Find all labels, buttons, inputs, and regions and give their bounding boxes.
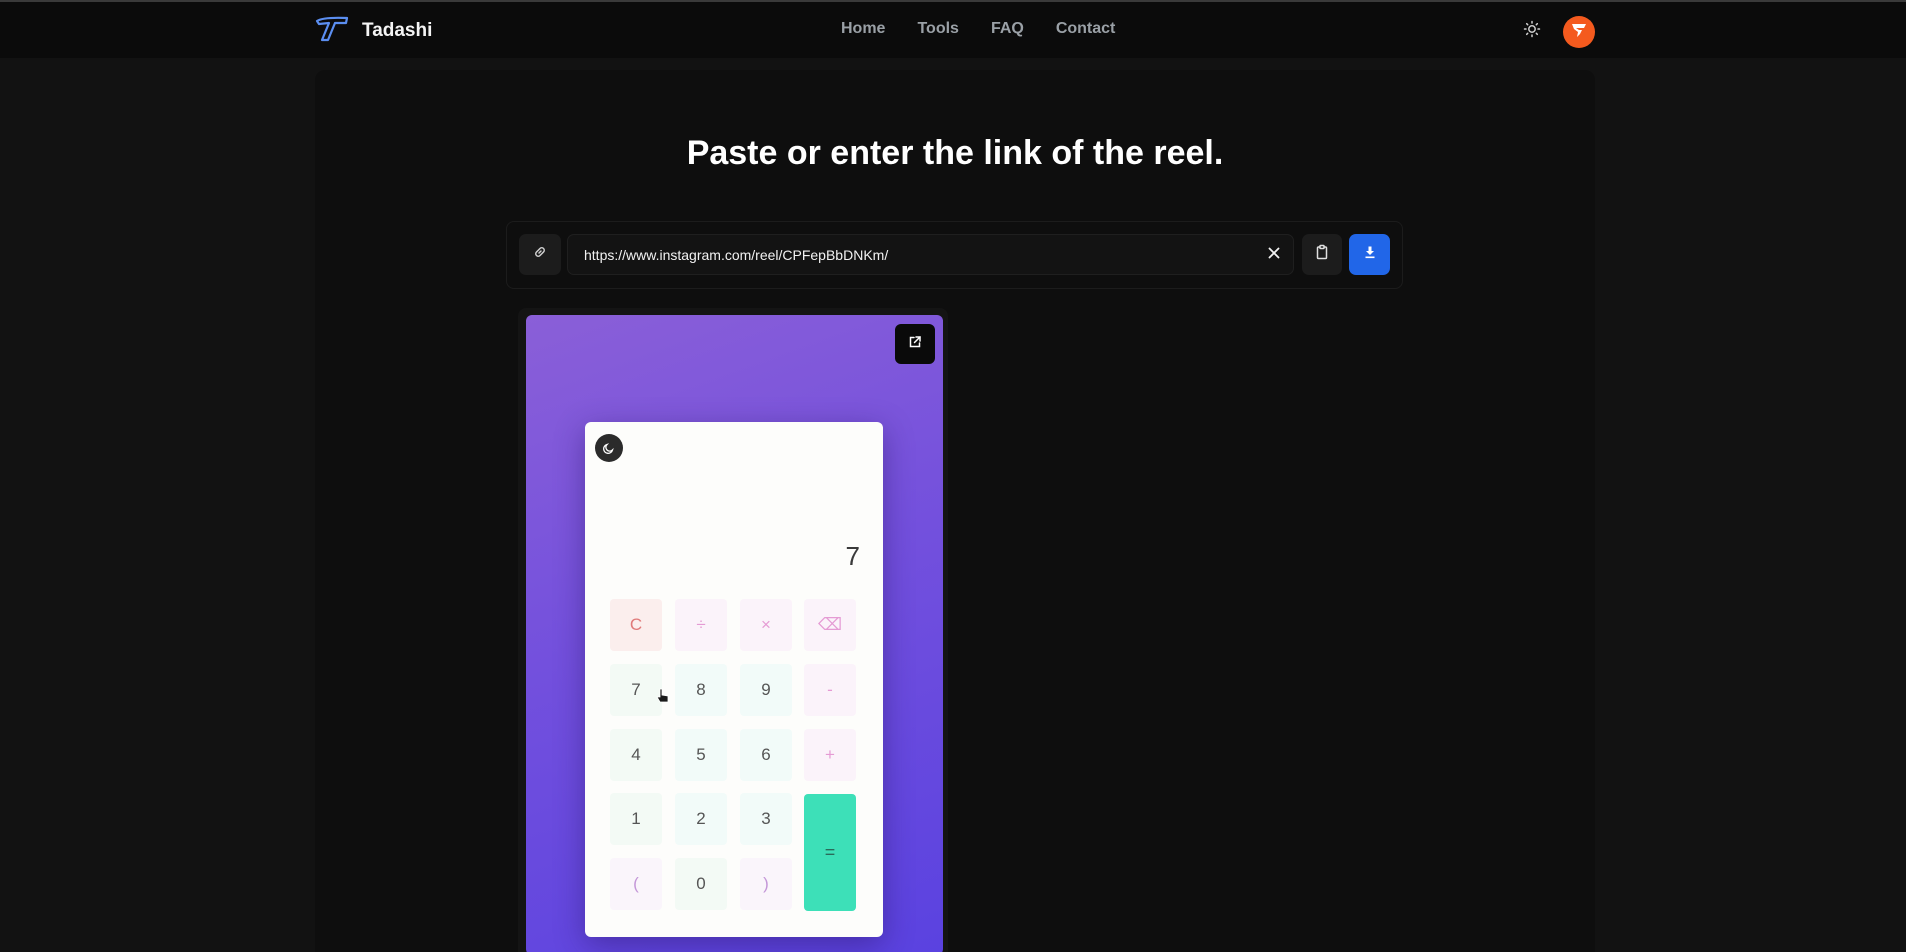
- calc-key-4: 4: [610, 729, 662, 781]
- calc-key-1: 1: [610, 793, 662, 845]
- navbar: Tadashi Home Tools FAQ Contact: [0, 2, 1906, 58]
- close-icon: [1267, 246, 1281, 265]
- calc-key-0: 0: [675, 858, 727, 910]
- calc-key-minus: -: [804, 664, 856, 716]
- paste-button[interactable]: [1302, 234, 1342, 275]
- link-icon: [533, 245, 547, 264]
- open-external-button[interactable]: [895, 324, 935, 364]
- clear-url-button[interactable]: [1263, 244, 1285, 266]
- sun-icon: [1523, 20, 1541, 43]
- nav-home[interactable]: Home: [841, 20, 885, 38]
- calc-key-close-paren: ): [740, 858, 792, 910]
- external-link-icon: [908, 335, 922, 354]
- calc-key-plus: +: [804, 729, 856, 781]
- url-field[interactable]: [567, 234, 1294, 275]
- calc-key-equals: =: [804, 794, 856, 911]
- nav-contact[interactable]: Contact: [1056, 20, 1116, 38]
- calc-key-3: 3: [740, 793, 792, 845]
- main-nav: Home Tools FAQ Contact: [841, 20, 1115, 38]
- brand[interactable]: Tadashi: [313, 15, 432, 47]
- download-icon: [1363, 245, 1377, 264]
- flame-avatar-icon: [1569, 20, 1589, 45]
- moon-icon: [595, 434, 623, 462]
- avatar[interactable]: [1563, 16, 1595, 48]
- hand-cursor-icon: [656, 688, 670, 704]
- page-title: Paste or enter the link of the reel.: [686, 134, 1224, 172]
- calc-key-6: 6: [740, 729, 792, 781]
- calc-key-open-paren: (: [610, 858, 662, 910]
- calc-key-divide: ÷: [675, 599, 727, 651]
- calc-key-multiply: ×: [740, 599, 792, 651]
- clipboard-icon: [1314, 244, 1330, 265]
- main-panel: [315, 70, 1595, 952]
- calc-key-8: 8: [675, 664, 727, 716]
- calc-key-clear: C: [610, 599, 662, 651]
- calc-key-backspace: ⌫: [804, 599, 856, 651]
- brand-name: Tadashi: [362, 20, 433, 41]
- calc-key-7: 7: [610, 664, 662, 716]
- calc-key-2: 2: [675, 793, 727, 845]
- nav-faq[interactable]: FAQ: [991, 20, 1024, 38]
- nav-tools[interactable]: Tools: [917, 20, 958, 38]
- calc-key-9: 9: [740, 664, 792, 716]
- link-button[interactable]: [519, 234, 561, 275]
- download-button[interactable]: [1349, 234, 1390, 275]
- theme-toggle-button[interactable]: [1520, 19, 1544, 43]
- url-input[interactable]: [584, 235, 1244, 274]
- calc-key-5: 5: [675, 729, 727, 781]
- calculator-display: 7: [845, 541, 860, 571]
- tadashi-logo-icon: [313, 15, 351, 48]
